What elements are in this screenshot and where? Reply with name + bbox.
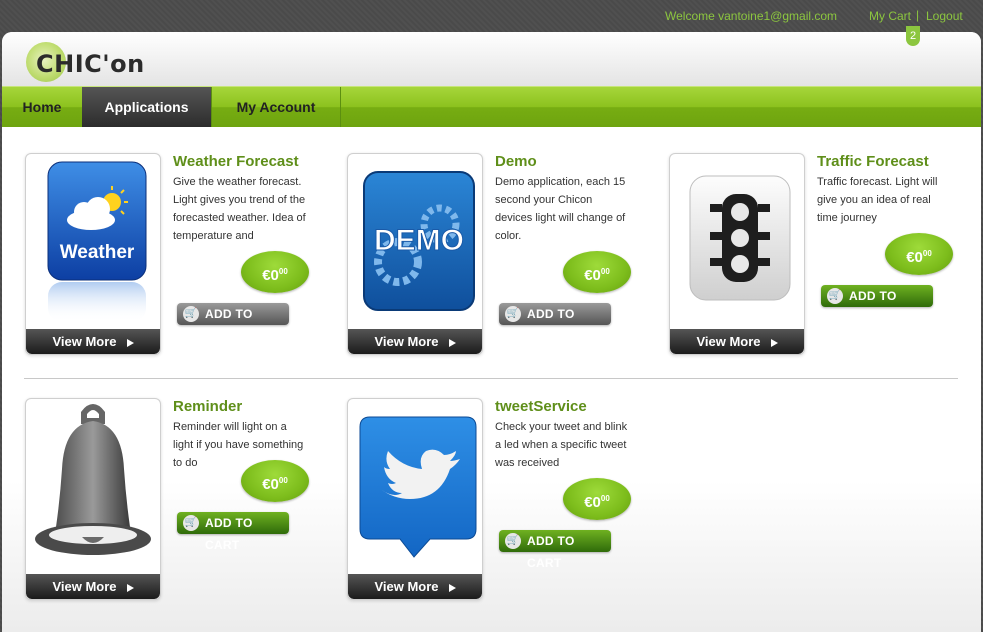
app-title[interactable]: tweetService [495,398,587,415]
app-description: Traffic forecast. Light will give you an… [817,176,938,224]
app-description: Demo application, each 15 second your Ch… [495,176,626,242]
add-to-cart-button[interactable]: 🛒 ADD TO CART [177,303,289,343]
price-badge: €000 [241,460,309,502]
app-card-weather: Weather View More [25,153,161,355]
play-arrow-icon [448,583,456,592]
price-amount: €0 [584,267,601,284]
app-description: Check your tweet and blink a led when a … [495,421,628,469]
add-to-cart-button[interactable]: 🛒 ADD TO CART [499,530,611,570]
add-to-cart-button[interactable]: 🛒 ADD TO CART [499,303,611,343]
view-more-button[interactable]: View More [348,574,482,599]
price-amount: €0 [584,494,601,511]
view-more-button[interactable]: View More [26,329,160,354]
cart-icon: 🛒 [183,515,199,531]
separator: | [916,8,920,22]
price-amount: €0 [262,267,279,284]
nav-my-account[interactable]: My Account [212,87,341,127]
cart-icon: 🛒 [505,306,521,322]
app-card-traffic: View More [669,153,805,355]
nav-home[interactable]: Home [2,87,83,127]
row-divider [24,378,958,379]
view-more-label: View More [52,334,117,349]
price-badge: €000 [885,233,953,275]
app-title[interactable]: Weather Forecast [173,153,299,170]
view-more-label: View More [374,334,439,349]
app-list: Weather View More Weather Forecast Give … [2,127,981,632]
nav-applications[interactable]: Applications [82,87,212,127]
add-to-cart-label: ADD TO CART [205,516,253,552]
demo-icon-label: DEMO [374,224,464,257]
bell-icon[interactable] [26,399,160,573]
cart-count-badge: 2 [906,26,920,46]
welcome-text: Welcome vantoine1@gmail.com [665,9,838,23]
app-title[interactable]: Traffic Forecast [817,153,929,170]
view-more-label: View More [52,579,117,594]
logo[interactable]: CHIC'on [24,42,164,82]
app-title[interactable]: Demo [495,153,537,170]
price-badge: €000 [241,251,309,293]
price-badge: €000 [563,251,631,293]
logout-link[interactable]: Logout [926,9,963,23]
view-more-label: View More [374,579,439,594]
demo-gear-icon[interactable]: DEMO [348,154,482,328]
view-more-label: View More [696,334,761,349]
twitter-bird-icon[interactable] [348,399,482,573]
logo-text: CHIC'on [36,50,145,78]
traffic-light-icon[interactable] [670,154,804,328]
view-more-button[interactable]: View More [348,329,482,354]
main-frame: CHIC'on Home Applications My Account Wea… [2,32,981,632]
price-amount: €0 [906,249,923,266]
weather-icon-label: Weather [60,242,135,263]
app-title[interactable]: Reminder [173,398,242,415]
top-bar: Welcome vantoine1@gmail.com My Cart | Lo… [0,0,983,32]
main-nav: Home Applications My Account [2,86,981,128]
add-to-cart-button[interactable]: 🛒 ADD TO CART [177,512,289,552]
play-arrow-icon [126,583,134,592]
price-cents: 00 [600,494,610,503]
price-cents: 00 [922,249,932,258]
my-cart-link[interactable]: My Cart [869,9,911,23]
cart-icon: 🛒 [505,533,521,549]
cart-icon: 🛒 [827,288,843,304]
play-arrow-icon [770,338,778,347]
price-cents: 00 [278,476,288,485]
price-badge: €000 [563,478,631,520]
view-more-button[interactable]: View More [670,329,804,354]
app-card-reminder: View More [25,398,161,600]
cart-icon: 🛒 [183,306,199,322]
app-description: Give the weather forecast. Light gives y… [173,176,306,242]
weather-icon[interactable]: Weather [26,154,160,328]
price-cents: 00 [600,267,610,276]
app-card-tweetservice: View More [347,398,483,600]
view-more-button[interactable]: View More [26,574,160,599]
add-to-cart-label: ADD TO CART [849,289,897,325]
play-arrow-icon [448,338,456,347]
price-cents: 00 [278,267,288,276]
price-amount: €0 [262,476,279,493]
add-to-cart-label: ADD TO CART [205,307,253,343]
add-to-cart-label: ADD TO CART [527,534,575,570]
app-card-demo: DEMO View More [347,153,483,355]
header: CHIC'on [2,32,981,86]
play-arrow-icon [126,338,134,347]
add-to-cart-button[interactable]: 🛒 ADD TO CART [821,285,933,325]
add-to-cart-label: ADD TO CART [527,307,575,343]
